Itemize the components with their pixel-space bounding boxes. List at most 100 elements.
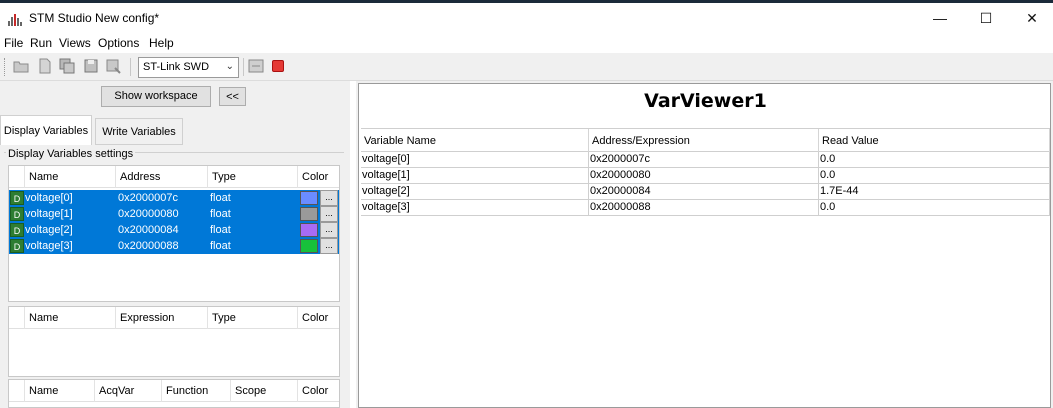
minimize-button[interactable]: — [917,6,963,30]
open-folder-icon[interactable] [13,58,29,74]
variable-address: 0x2000007c [118,192,178,204]
menu-views[interactable]: Views [59,36,91,50]
variable-address: 0x20000084 [118,224,179,236]
header-color[interactable]: Color [298,380,339,402]
header-function[interactable]: Function [162,380,231,402]
export-icon[interactable] [105,58,121,74]
header-type[interactable]: Type [208,166,298,188]
variable-name: voltage[1] [25,208,73,220]
color-picker-button[interactable]: ... [320,190,338,206]
header-cell [9,166,25,188]
color-picker-button[interactable]: ... [320,222,338,238]
title-bar: STM Studio New config* — ☐ ✕ [0,3,1053,33]
toolbar-separator [130,58,131,76]
header-name[interactable]: Name [25,380,95,402]
viewer-panel: VarViewer1 Variable Name Address/Express… [356,81,1053,408]
variable-name: voltage[3] [25,240,73,252]
table-row[interactable]: voltage[3] 0x20000088 0.0 [361,200,1050,216]
header-acqvar[interactable]: AcqVar [95,380,162,402]
header-cell [9,380,25,402]
menu-help[interactable]: Help [149,36,174,50]
probe-select-value: ST-Link SWD [143,61,210,73]
left-panel: Show workspace << Display Variables Writ… [0,81,350,408]
save-all-icon[interactable] [59,58,75,74]
collapse-button[interactable]: << [219,87,246,106]
header-color[interactable]: Color [298,307,339,329]
table-row[interactable]: D voltage[0] 0x2000007c float ... [9,190,339,206]
toolbar-separator [243,58,244,76]
display-badge: D [10,239,24,253]
row-address: 0x20000084 [589,184,819,200]
row-read-value: 0.0 [819,200,1050,216]
expressions-table[interactable]: Name Expression Type Color [8,306,340,377]
display-badge: D [10,223,24,237]
var-viewer: VarViewer1 Variable Name Address/Express… [358,83,1051,408]
menu-options[interactable]: Options [98,36,139,50]
header-cell [9,307,25,329]
row-address: 0x20000088 [589,200,819,216]
table-row[interactable]: D voltage[3] 0x20000088 float ... [9,238,339,254]
close-button[interactable]: ✕ [1009,6,1053,30]
probe-select[interactable]: ST-Link SWD ⌄ [138,57,239,78]
app-logo-icon [8,14,22,26]
table-row[interactable]: voltage[0] 0x2000007c 0.0 [361,152,1050,168]
stop-icon[interactable] [272,60,284,72]
row-read-value: 0.0 [819,168,1050,184]
variable-type: float [210,240,231,252]
row-read-value: 1.7E-44 [819,184,1050,200]
row-variable-name: voltage[2] [361,184,589,200]
variable-address: 0x20000080 [118,208,179,220]
header-type[interactable]: Type [208,307,298,329]
color-swatch[interactable] [300,239,318,253]
header-address[interactable]: Address [116,166,208,188]
viewer-table-header: Variable Name Address/Expression Read Va… [361,128,1050,153]
maximize-button[interactable]: ☐ [963,6,1009,30]
variables-table-header: Name Address Type Color [9,166,339,188]
save-icon[interactable] [83,58,99,74]
tab-write-variables[interactable]: Write Variables [95,118,183,145]
variable-type: float [210,208,231,220]
show-workspace-button[interactable]: Show workspace [101,86,211,107]
row-variable-name: voltage[3] [361,200,589,216]
variable-type: float [210,224,231,236]
toolbar: ST-Link SWD ⌄ [0,53,1053,81]
header-scope[interactable]: Scope [231,380,298,402]
display-badge: D [10,207,24,221]
connect-icon[interactable] [248,58,264,74]
toolbar-grip[interactable] [4,58,6,76]
variable-name: voltage[0] [25,192,73,204]
header-read-value[interactable]: Read Value [819,129,1050,153]
color-picker-button[interactable]: ... [320,206,338,222]
header-color[interactable]: Color [298,166,339,188]
window-title: STM Studio New config* [29,11,160,25]
table-row[interactable]: D voltage[2] 0x20000084 float ... [9,222,339,238]
expressions-table-header: Name Expression Type Color [9,307,339,329]
new-file-icon[interactable] [37,58,53,74]
variable-type: float [210,192,231,204]
color-swatch[interactable] [300,207,318,221]
table-row[interactable]: voltage[2] 0x20000084 1.7E-44 [361,184,1050,200]
row-variable-name: voltage[1] [361,168,589,184]
menu-run[interactable]: Run [30,36,52,50]
acquisition-table-header: Name AcqVar Function Scope Color [9,380,339,402]
table-row[interactable]: voltage[1] 0x20000080 0.0 [361,168,1050,184]
menu-bar: File Run Views Options Help [0,33,1053,53]
variables-table[interactable]: Name Address Type Color D voltage[0] 0x2… [8,165,340,302]
color-picker-button[interactable]: ... [320,238,338,254]
acquisition-table[interactable]: Name AcqVar Function Scope Color [8,379,340,408]
menu-file[interactable]: File [4,36,23,50]
header-name[interactable]: Name [25,307,116,329]
row-address: 0x2000007c [589,152,819,168]
chevron-down-icon: ⌄ [225,61,234,72]
display-badge: D [10,191,24,205]
header-address-expression[interactable]: Address/Expression [589,129,819,153]
table-row[interactable]: D voltage[1] 0x20000080 float ... [9,206,339,222]
row-variable-name: voltage[0] [361,152,589,168]
color-swatch[interactable] [300,191,318,205]
header-expression[interactable]: Expression [116,307,208,329]
color-swatch[interactable] [300,223,318,237]
header-name[interactable]: Name [25,166,116,188]
header-variable-name[interactable]: Variable Name [361,129,589,153]
row-read-value: 0.0 [819,152,1050,168]
tab-display-variables[interactable]: Display Variables [0,115,92,145]
